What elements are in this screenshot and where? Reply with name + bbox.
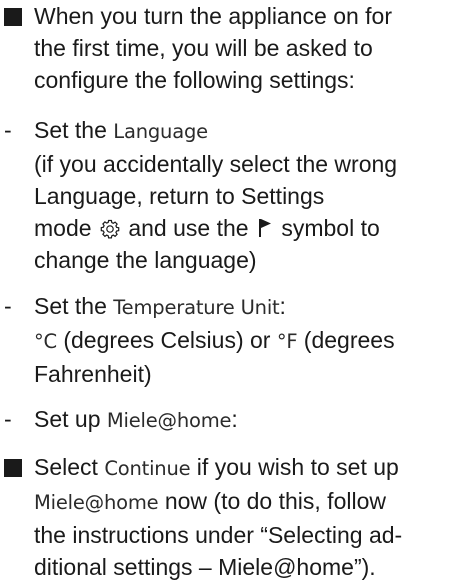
continue-line-2: Miele@home now (to do this, follow [34,485,471,519]
intro-line-3: configure the following settings: [34,67,355,93]
fahrenheit-unit: °F [276,330,298,353]
mielehome-label: Set up [34,406,107,432]
temperature-line-2: °C (degrees Celsius) or °F (degrees [34,324,471,358]
continue-text: Select Continue if you wish to set up Mi… [34,451,471,583]
temperature-line-3: Fahrenheit) [34,361,152,387]
continue-line-3: the instructions under “Selecting ad- [34,522,403,548]
continue-line-4: ditional settings – Miele@home”). [34,554,376,580]
intro-line-2: the first time, you will be asked to [34,35,373,61]
language-note-3-mid: and use the [121,215,255,241]
temperature-label: Set the [34,293,114,319]
temperature-value: Temperature Unit [113,296,280,319]
intro-text: When you turn the appliance on for the f… [34,0,471,96]
language-value: Language [113,120,208,143]
mielehome-line-1: Set up Miele@home: [34,403,471,437]
continue-value: Continue [104,457,191,480]
celsius-text: (degrees Celsius) or [56,327,277,353]
language-note-2: Language, return to Settings [34,183,325,209]
celsius-unit: °C [34,330,57,353]
mielehome-inline: Miele@home [34,491,159,514]
gear-icon [100,215,120,239]
mielehome-colon: : [231,406,238,432]
temperature-text: Set the Temperature Unit: °C (degrees Ce… [34,290,471,390]
continue-post: if you wish to set up [190,454,399,480]
flag-icon [258,214,272,237]
dash-bullet: - [4,293,12,319]
mielehome-text: Set up Miele@home: [34,403,471,437]
continue-line-2-post: now (to do this, follow [158,488,386,514]
language-note-3-pre: mode [34,215,98,241]
language-label: Set the [34,117,114,143]
square-bullet [4,459,22,477]
continue-line-1: Select Continue if you wish to set up [34,451,471,485]
continue-pre: Select [34,454,105,480]
language-note-3: mode and use the symbol to [34,212,471,244]
language-line-1: Set the Language [34,114,471,148]
language-text: Set the Language (if you accidentally se… [34,114,471,276]
language-note-1: (if you accidentally select the wrong [34,151,398,177]
temperature-colon: : [279,293,286,319]
dash-bullet: - [4,117,12,143]
intro-line-1: When you turn the appliance on for [34,3,393,29]
fahrenheit-text: (degrees [297,327,395,353]
language-note-4: change the language) [34,247,257,273]
language-note-3-post: symbol to [274,215,380,241]
temperature-line-1: Set the Temperature Unit: [34,290,471,324]
square-bullet [4,8,22,26]
dash-bullet: - [4,406,12,432]
mielehome-value: Miele@home [106,409,232,432]
